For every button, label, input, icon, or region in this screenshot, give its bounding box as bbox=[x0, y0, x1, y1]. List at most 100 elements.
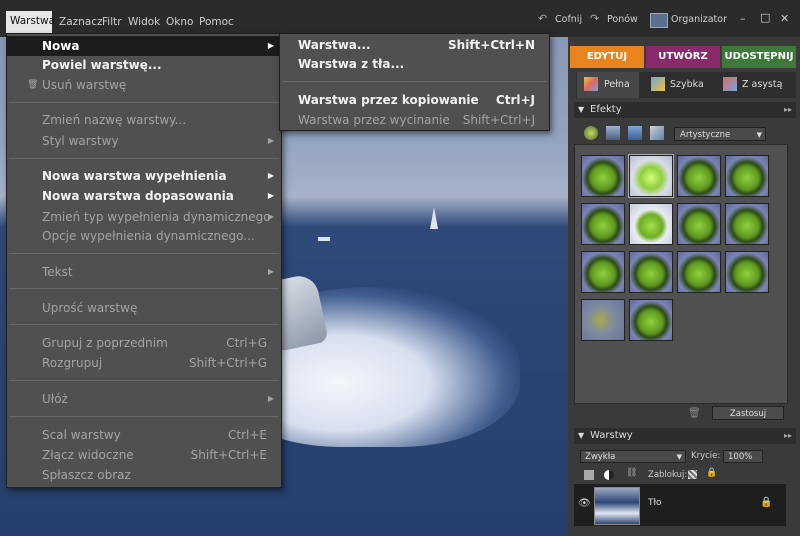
menu-item-duplicate[interactable]: Powiel warstwę... bbox=[7, 55, 281, 75]
collapse-triangle-icon[interactable]: ▼ bbox=[578, 102, 584, 118]
menu-item-change-fill-type[interactable]: Zmień typ wypełnienia dynamicznego ▶ bbox=[7, 207, 281, 227]
menu-warstwa[interactable]: Warstwa bbox=[6, 11, 55, 33]
new-layer-icon[interactable] bbox=[584, 470, 594, 480]
trash-icon[interactable]: 🗑 bbox=[688, 408, 701, 419]
menu-separator bbox=[9, 288, 279, 289]
edit-mode-quick[interactable]: Szybka bbox=[670, 72, 704, 98]
menu-okno[interactable]: Okno bbox=[162, 12, 197, 32]
menu-item-rename[interactable]: Zmień nazwę warstwy... bbox=[7, 110, 281, 130]
opacity-input[interactable]: 100% bbox=[723, 450, 763, 463]
chevron-down-icon: ▼ bbox=[676, 453, 682, 461]
submenu-item-layer-from-background[interactable]: Warstwa z tła... bbox=[280, 54, 549, 74]
menu-item-arrange[interactable]: Ułóż ▶ bbox=[7, 389, 281, 409]
tab-create[interactable]: UTWÓRZ bbox=[646, 46, 720, 68]
layer-name: Tło bbox=[648, 498, 662, 508]
apply-button[interactable]: Zastosuj bbox=[712, 406, 784, 420]
effect-thumb[interactable] bbox=[581, 299, 625, 341]
effects-thumbnail-grid bbox=[574, 144, 788, 404]
menu-item-flatten[interactable]: Spłaszcz obraz bbox=[7, 465, 281, 485]
menu-item-simplify[interactable]: Uprość warstwę bbox=[7, 298, 281, 318]
tab-share[interactable]: UDOSTĘPNIJ bbox=[722, 46, 796, 68]
menu-item-new[interactable]: Nowa ▶ bbox=[7, 36, 281, 56]
submenu-arrow-icon: ▶ bbox=[267, 171, 274, 180]
submenu-arrow-icon: ▶ bbox=[267, 394, 274, 403]
layers-panel-header[interactable]: ▼ Warstwy ▸▸ bbox=[574, 428, 796, 444]
submenu-item-layer-via-cut[interactable]: Warstwa przez wycinanie Shift+Ctrl+J bbox=[280, 110, 549, 130]
opacity-label: Krycie: bbox=[691, 451, 721, 461]
submenu-arrow-icon: ▶ bbox=[267, 267, 274, 276]
filters-icon[interactable] bbox=[584, 126, 598, 140]
maximize-button[interactable]: □ bbox=[760, 11, 770, 24]
layer-styles-icon[interactable] bbox=[606, 126, 620, 140]
effect-thumb[interactable] bbox=[628, 154, 674, 198]
effect-thumb[interactable] bbox=[581, 251, 625, 293]
menu-item-group[interactable]: Grupuj z poprzednim Ctrl+G bbox=[7, 333, 281, 353]
menu-separator bbox=[9, 380, 279, 381]
effect-thumb[interactable] bbox=[581, 155, 625, 197]
menu-widok[interactable]: Widok bbox=[124, 12, 164, 32]
effect-thumb[interactable] bbox=[581, 203, 625, 245]
layer-menu: Nowa ▶ Powiel warstwę... 🗑 Usuń warstwę Zm… bbox=[6, 33, 282, 488]
layer-row[interactable]: 👁 Tło 🔒 bbox=[574, 484, 786, 526]
quick-edit-icon[interactable] bbox=[651, 77, 665, 91]
redo-icon[interactable]: ↷ bbox=[590, 12, 599, 25]
close-button[interactable]: ✕ bbox=[780, 12, 789, 25]
effect-thumb[interactable] bbox=[725, 155, 769, 197]
effect-thumb[interactable] bbox=[677, 155, 721, 197]
submenu-item-layer-via-copy[interactable]: Warstwa przez kopiowanie Ctrl+J bbox=[280, 90, 549, 110]
menu-item-delete[interactable]: 🗑 Usuń warstwę bbox=[7, 75, 281, 95]
panel-menu-icon[interactable]: ▸▸ bbox=[784, 102, 792, 118]
edit-mode-full[interactable]: Pełna bbox=[604, 72, 630, 98]
link-icon[interactable]: ⛓ bbox=[626, 468, 637, 478]
redo-button[interactable]: Ponów bbox=[607, 14, 638, 25]
menu-item-text[interactable]: Tekst ▶ bbox=[7, 262, 281, 282]
panel-menu-icon[interactable]: ▸▸ bbox=[784, 428, 792, 444]
blend-mode-value: Zwykła bbox=[585, 452, 616, 462]
effect-thumb[interactable] bbox=[725, 251, 769, 293]
opacity-value: 100% bbox=[728, 452, 753, 462]
effects-toolbar: Artystyczne ▼ bbox=[574, 120, 796, 146]
adjustment-layer-icon[interactable] bbox=[604, 470, 614, 480]
lock-all-icon[interactable]: 🔒 bbox=[706, 468, 717, 478]
menu-separator bbox=[9, 416, 279, 417]
visibility-eye-icon[interactable]: 👁 bbox=[578, 498, 591, 509]
submenu-arrow-icon: ▶ bbox=[267, 136, 274, 145]
show-all-icon[interactable] bbox=[650, 126, 664, 140]
submenu-item-layer[interactable]: Warstwa... Shift+Ctrl+N bbox=[280, 35, 549, 55]
menu-item-style[interactable]: Styl warstwy ▶ bbox=[7, 131, 281, 151]
effect-thumb[interactable] bbox=[725, 203, 769, 245]
menu-item-merge-visible[interactable]: Złącz widoczne Shift+Ctrl+E bbox=[7, 445, 281, 465]
effect-thumb[interactable] bbox=[629, 251, 673, 293]
menu-separator bbox=[9, 158, 279, 159]
undo-icon[interactable]: ↶ bbox=[538, 12, 547, 25]
blend-mode-select[interactable]: Zwykła ▼ bbox=[580, 450, 686, 463]
effect-thumb[interactable] bbox=[629, 299, 673, 341]
organizer-icon[interactable] bbox=[650, 13, 668, 28]
sailboat bbox=[430, 207, 438, 229]
submenu-arrow-icon: ▶ bbox=[267, 41, 274, 50]
effects-panel-header[interactable]: ▼ Efekty ▸▸ bbox=[574, 102, 796, 118]
organizer-button[interactable]: Organizator bbox=[671, 14, 727, 25]
tab-edit[interactable]: EDYTUJ bbox=[570, 46, 644, 68]
effect-thumb[interactable] bbox=[677, 203, 721, 245]
full-edit-icon[interactable] bbox=[584, 77, 598, 91]
guided-edit-icon[interactable] bbox=[723, 77, 737, 91]
menu-filtr[interactable]: Filtr bbox=[98, 12, 126, 32]
menu-item-merge[interactable]: Scal warstwy Ctrl+E bbox=[7, 425, 281, 445]
menu-item-fill-options[interactable]: Opcje wypełnienia dynamicznego... bbox=[7, 226, 281, 246]
menu-item-new-fill[interactable]: Nowa warstwa wypełnienia ▶ bbox=[7, 166, 281, 186]
edit-mode-guided[interactable]: Z asystą bbox=[742, 72, 782, 98]
menu-item-ungroup[interactable]: Rozgrupuj Shift+Ctrl+G bbox=[7, 353, 281, 373]
menu-item-new-adjust[interactable]: Nowa warstwa dopasowania ▶ bbox=[7, 186, 281, 206]
effect-thumb[interactable] bbox=[629, 203, 673, 245]
new-submenu: Warstwa... Shift+Ctrl+N Warstwa z tła... … bbox=[279, 33, 550, 131]
collapse-triangle-icon[interactable]: ▼ bbox=[578, 428, 584, 444]
delete-icon: 🗑 bbox=[27, 80, 39, 90]
effect-thumb[interactable] bbox=[677, 251, 721, 293]
lock-transparency-icon[interactable] bbox=[688, 470, 697, 479]
undo-button[interactable]: Cofnij bbox=[555, 14, 582, 25]
menu-pomoc[interactable]: Pomoc bbox=[195, 12, 238, 32]
effects-category-select[interactable]: Artystyczne ▼ bbox=[674, 127, 766, 141]
minimize-button[interactable]: – bbox=[740, 12, 746, 25]
photo-effects-icon[interactable] bbox=[628, 126, 642, 140]
